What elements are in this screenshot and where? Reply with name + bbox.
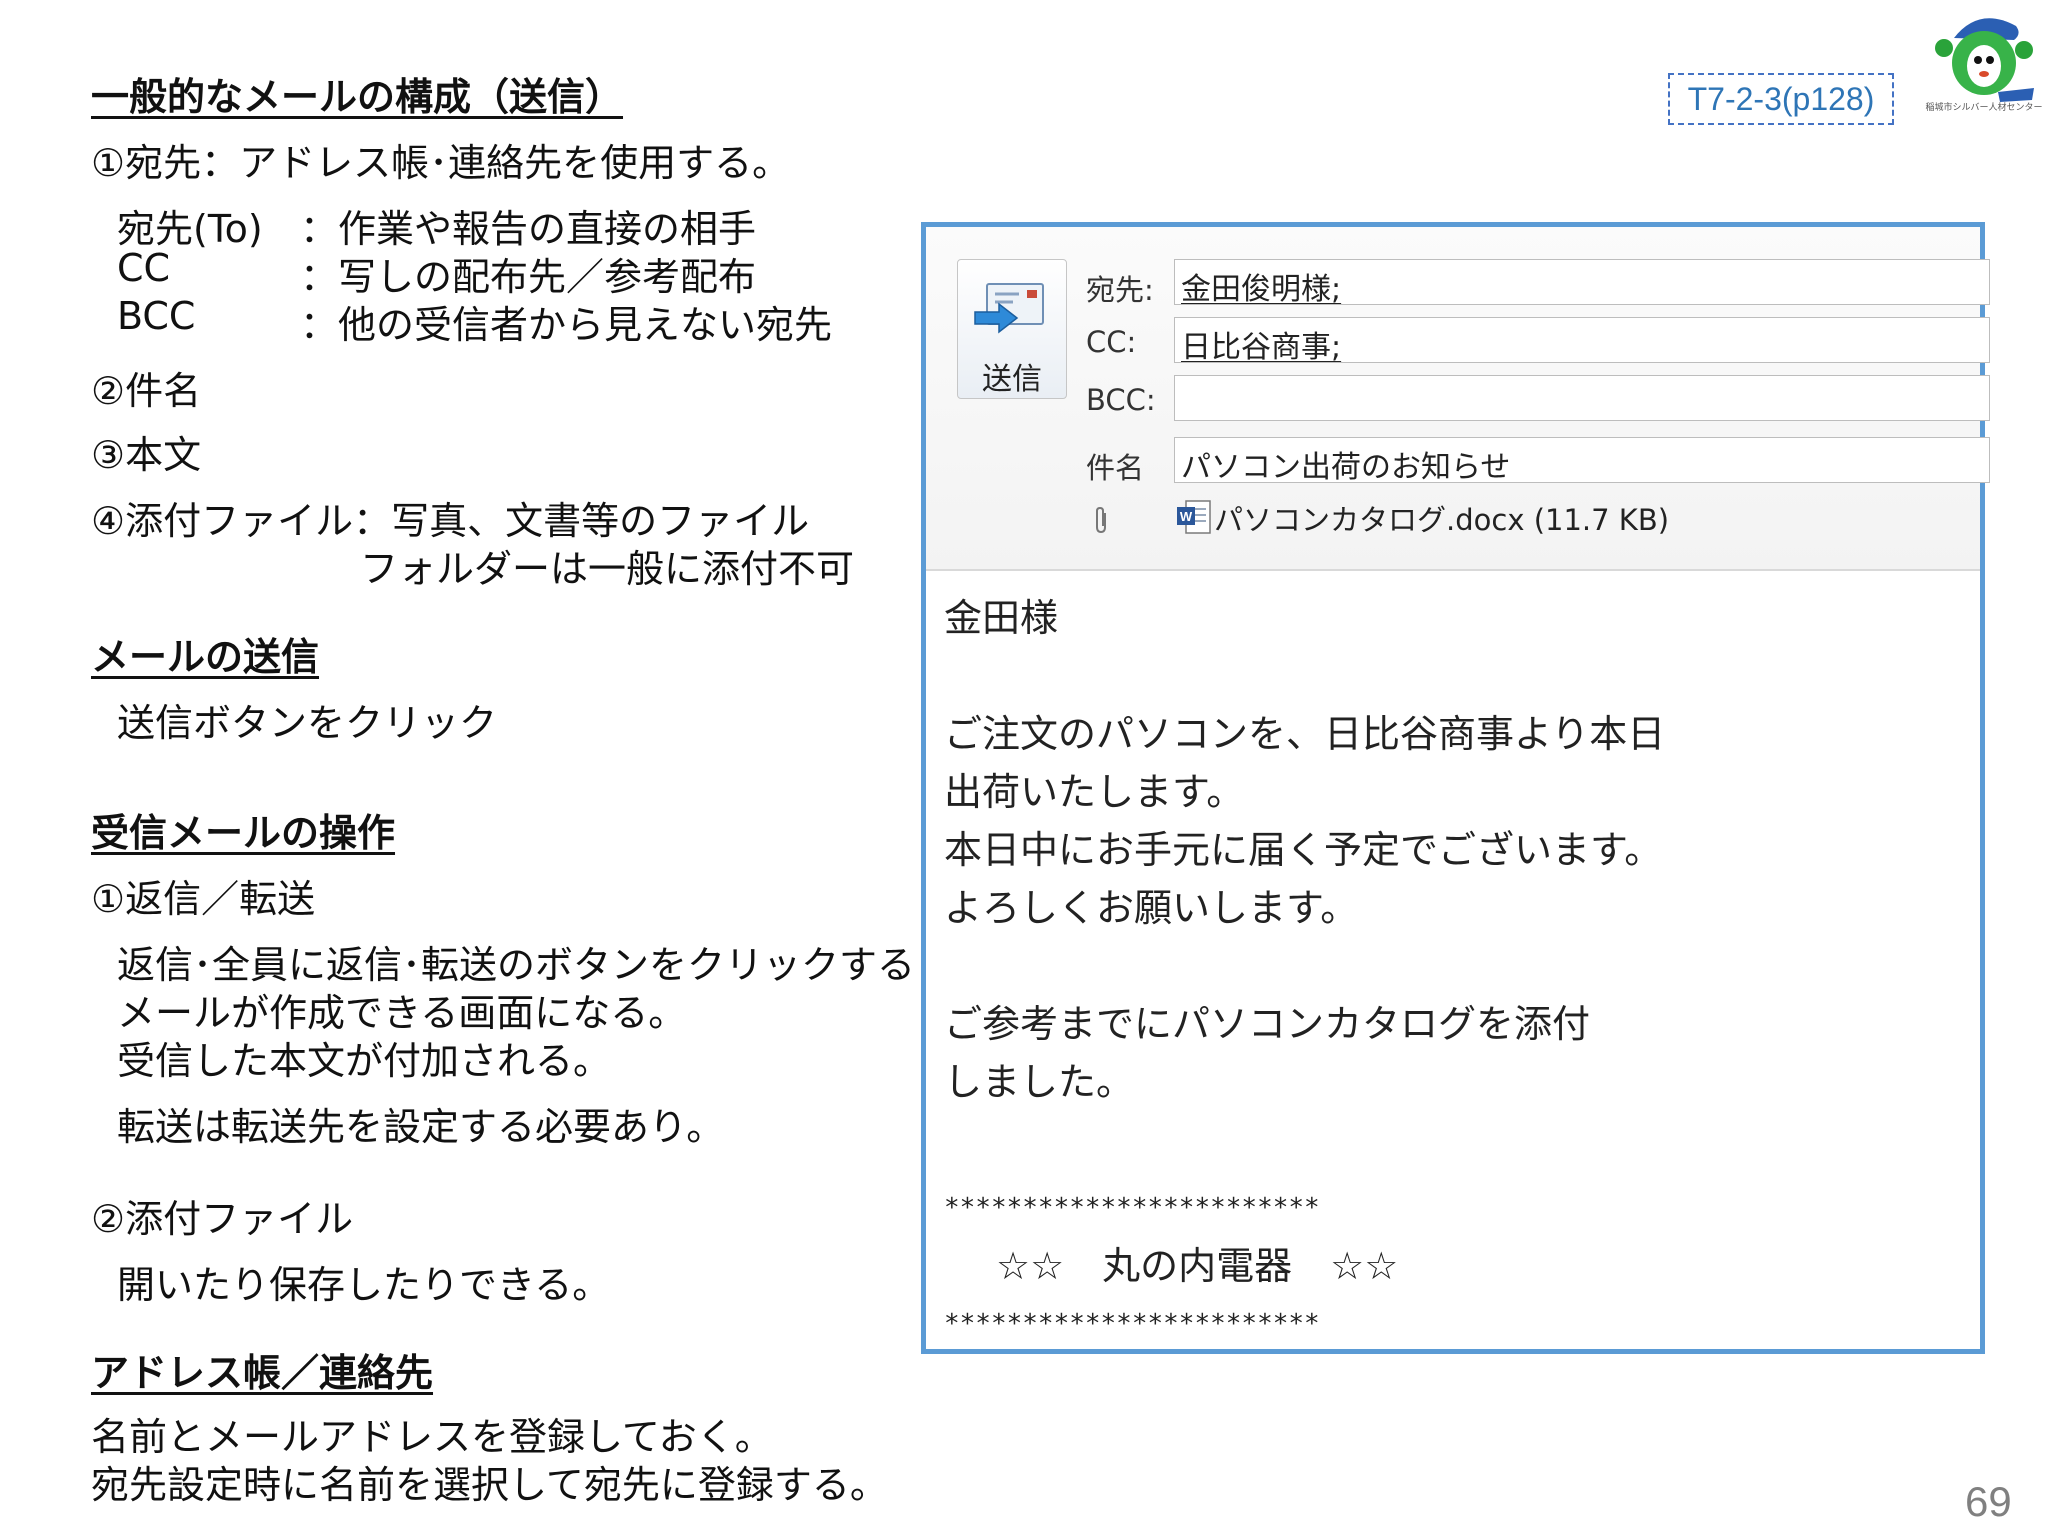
bcc-description: ：他の受信者から見えない宛先 [300,303,833,347]
bcc-field-label: BCC: [1086,383,1156,417]
signature-border-bottom: ************************ [944,1309,1320,1339]
to-recipient[interactable]: 金田俊明様; [1181,272,1341,304]
body-line-4: よろしくお願いします。 [944,886,1359,930]
cc-label: CC [117,246,171,290]
email-compose-window: 送信 宛先: 金田俊明様; CC: 日比谷商事; BCC: 件名 パソコン出荷の… [921,222,1990,1354]
email-body[interactable]: 金田様 ご注文のパソコンを、日比谷商事より本日 出荷いたします。 本日中にお手元… [944,589,1964,1353]
email-header: 送信 宛先: 金田俊明様; CC: 日比谷商事; BCC: 件名 パソコン出荷の… [926,227,1990,571]
reference-tag: T7-2-3(p128) [1668,73,1894,125]
subject-value[interactable]: パソコン出荷のお知らせ [1181,450,1510,482]
body-line-3: 本日中にお手元に届く予定でございます。 [944,828,1663,872]
to-description: ：作業や報告の直接の相手 [300,207,757,251]
section-heading-address-book: アドレス帳／連絡先 [91,1351,434,1395]
page-number: 69 [1965,1478,2012,1525]
paperclip-icon [1090,505,1112,539]
send-button[interactable]: 送信 [957,259,1067,399]
sending-text: 送信ボタンをクリック [117,701,498,745]
send-icon [974,283,1044,334]
attachment-note: 開いたり保存したりできる。 [117,1263,611,1307]
cc-recipient[interactable]: 日比谷商事; [1181,330,1341,362]
cc-description: ：写しの配布先／参考配布 [300,255,757,299]
reply-line-3: 受信した本文が付加される。 [117,1039,612,1083]
to-field[interactable]: 金田俊明様; [1174,259,1990,305]
send-button-label: 送信 [982,362,1042,397]
body-line-6: しました。 [944,1060,1135,1104]
item-attachment: ④添付ファイル：写真、文書等のファイル [91,499,810,543]
cc-field-label: CC: [1086,325,1137,359]
item-reply-forward: ①返信／転送 [91,877,316,921]
item-attachment-note: フォルダーは一般に添付不可 [360,547,855,591]
signature-border-top: ************************ [944,1193,1320,1223]
item-body: ③本文 [91,433,202,477]
reply-line-2: メールが作成できる画面になる。 [117,991,687,1035]
section-heading-sending: メールの送信 [91,635,320,679]
cc-field[interactable]: 日比谷商事; [1174,317,1990,363]
body-line-1: ご注文のパソコンを、日比谷商事より本日 [944,712,1666,756]
bcc-label: BCC [117,294,196,338]
bcc-field[interactable] [1174,375,1990,421]
section-heading-received: 受信メールの操作 [91,811,396,855]
item-recipient: ①宛先：アドレス帳･連絡先を使用する。 [91,141,791,185]
body-line-5: ご参考までにパソコンカタログを添付 [944,1002,1591,1046]
to-label: 宛先(To) [117,207,263,251]
body-greeting: 金田様 [944,596,1059,640]
to-field-label: 宛先: [1086,273,1154,307]
body-line-2: 出荷いたします。 [944,770,1245,814]
address-book-line-2: 宛先設定時に名前を選択して宛先に登録する。 [91,1463,888,1507]
subject-field[interactable]: パソコン出荷のお知らせ [1174,437,1990,483]
signature-name: ☆☆ 丸の内電器 ☆☆ [996,1244,1399,1288]
subject-field-label: 件名 [1086,451,1145,485]
section-heading-composition: 一般的なメールの構成（送信） [91,75,624,119]
attachment-item[interactable]: W パソコンカタログ.docx (11.7 KB) [1176,497,1669,539]
word-doc-icon: W [1177,500,1211,534]
reply-line-1: 返信･全員に返信･転送のボタンをクリックすると [117,943,954,987]
address-book-line-1: 名前とメールアドレスを登録しておく。 [91,1415,773,1459]
svg-text:W: W [1180,509,1193,524]
logo-caption: 稲城市シルバー人材センター [1925,103,2043,113]
item-received-attachment: ②添付ファイル [91,1197,354,1241]
item-subject: ②件名 [91,369,202,413]
attachment-name: パソコンカタログ.docx (11.7 KB) [1214,503,1670,537]
forward-note: 転送は転送先を設定する必要あり。 [117,1105,725,1149]
